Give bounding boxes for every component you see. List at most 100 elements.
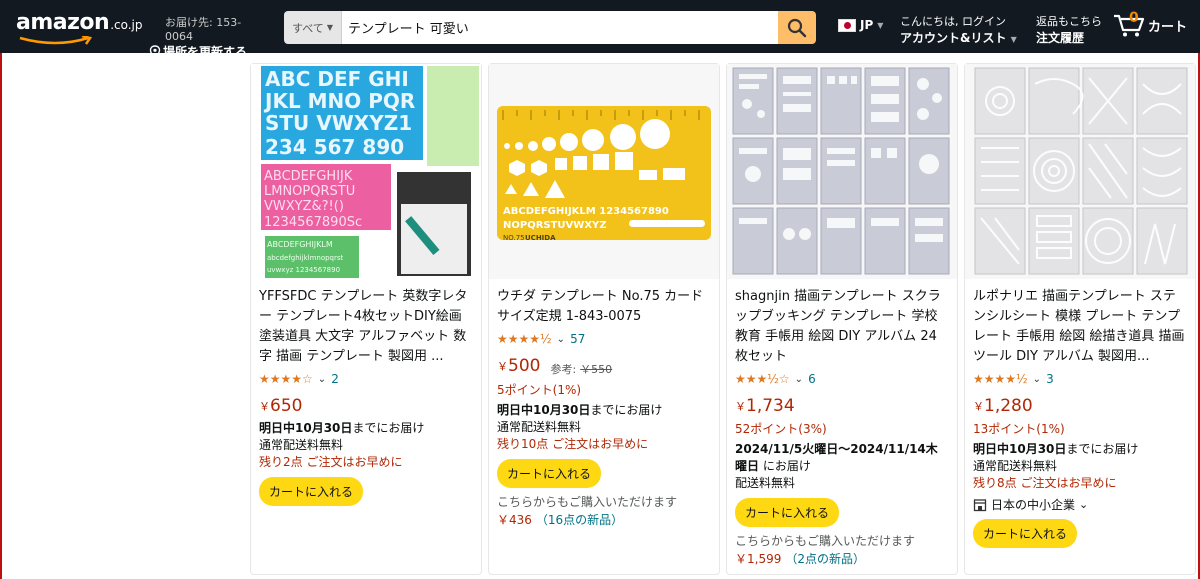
price[interactable]: ￥ 500 参考: ￥550	[497, 356, 711, 377]
delivery-suffix: にお届け	[762, 459, 811, 473]
image-text: JKL MNO PQR	[263, 89, 415, 113]
search-button[interactable]	[778, 11, 816, 44]
price-amount: 500	[508, 356, 541, 376]
image-text: VWXYZ&?!()	[264, 199, 344, 214]
small-business-badge[interactable]: 日本の中小企業 ⌄	[973, 496, 1187, 513]
product-title-link[interactable]: ルポナリエ 描画テンプレート ステンシルシート 模様 プレート テンプレート 手…	[973, 287, 1187, 367]
cart-link[interactable]: 0 カート	[1112, 10, 1187, 38]
delivery-suffix: までにお届け	[352, 421, 425, 435]
product-title-link[interactable]: shagnjin 描画テンプレート スクラップブッキング テンプレート 学校 教…	[735, 287, 949, 367]
shipping-info: 通常配送料無料	[259, 438, 344, 452]
product-image[interactable]: ABC DEF GHI JKL MNO PQR STU VWXYZ1 234 5…	[251, 64, 481, 279]
image-text: 1234567890Sc	[264, 215, 362, 230]
account-greeting: こんにちは, ログイン	[900, 15, 1006, 28]
add-to-cart-button[interactable]: カートに入れる	[259, 477, 364, 506]
other-offers-link[interactable]: （2点の新品）	[785, 552, 865, 566]
account-lists-menu[interactable]: こんにちは, ログイン アカウント&リスト ▼	[900, 13, 1017, 46]
shipping-info: 通常配送料無料	[973, 459, 1058, 473]
rating-row: ★★★½☆ ⌄ 6	[735, 370, 949, 388]
search-category-label: すべて	[292, 21, 324, 35]
amazon-logo[interactable]: amazon.co.jp	[16, 10, 143, 45]
delivery-info: 明日中10月30日までにお届け	[973, 441, 1187, 458]
shipping-info: 配送料無料	[735, 476, 796, 490]
product-card: ABC DEF GHI JKL MNO PQR STU VWXYZ1 234 5…	[250, 63, 482, 575]
price[interactable]: ￥ 1,280	[973, 396, 1187, 416]
add-to-cart-button[interactable]: カートに入れる	[735, 498, 840, 527]
search-results-grid: ABC DEF GHI JKL MNO PQR STU VWXYZ1 234 5…	[250, 63, 1200, 579]
delivery-date: 明日中10月30日	[497, 403, 591, 417]
currency-symbol: ￥	[735, 400, 746, 413]
location-pin-icon	[149, 44, 161, 59]
chevron-down-icon[interactable]: ⌄	[795, 374, 803, 385]
currency-symbol: ￥	[497, 360, 508, 373]
nav-header: amazon.co.jp お届け先: 153-0064 場所を更新する すべて …	[0, 0, 1200, 59]
image-text: ABC DEF GHI	[265, 67, 409, 91]
points-info: 5ポイント(1%)	[497, 383, 582, 397]
other-offer-price: ￥1,599	[735, 552, 782, 566]
price-amount: 650	[270, 396, 303, 416]
product-image[interactable]: ABCDEFGHIJKLM 1234567890 NOPQRSTUVWXYZ N…	[489, 64, 719, 279]
rating-row: ★★★★½ ⌄ 57	[497, 330, 711, 348]
product-image[interactable]	[965, 64, 1195, 279]
points-info: 13ポイント(1%)	[973, 422, 1065, 436]
product-title-link[interactable]: ウチダ テンプレート No.75 カードサイズ定規 1-843-0075	[497, 287, 711, 327]
product-card: ABCDEFGHIJKLM 1234567890 NOPQRSTUVWXYZ N…	[488, 63, 720, 575]
delivery-info: 明日中10月30日までにお届け	[259, 420, 473, 437]
price[interactable]: ￥ 650	[259, 396, 473, 416]
points-info: 52ポイント(3%)	[735, 422, 827, 436]
chevron-down-icon[interactable]: ⌄	[557, 334, 565, 345]
image-text: ABCDEFGHIJKLM 1234567890	[503, 206, 669, 217]
caret-down-icon: ▼	[326, 23, 333, 32]
other-offer-price: ￥436	[497, 513, 532, 527]
price[interactable]: ￥ 1,734	[735, 396, 949, 416]
search-bar: すべて ▼	[284, 11, 816, 44]
delivery-info: 2024/11/5火曜日～2024/11/14木曜日 にお届け	[735, 441, 949, 475]
image-text: LMNOPQRSTU	[264, 184, 355, 199]
cart-count: 0	[1129, 10, 1139, 26]
delivery-date: 明日中10月30日	[973, 442, 1067, 456]
star-rating[interactable]: ★★★½☆	[735, 372, 790, 386]
review-count-link[interactable]: 57	[570, 332, 585, 346]
language-selector[interactable]: JP ▼	[838, 18, 883, 32]
product-image[interactable]	[727, 64, 957, 279]
review-count-link[interactable]: 2	[331, 372, 339, 386]
product-title-link[interactable]: YFFSFDC テンプレート 英数字レター テンプレート4枚セットDIY絵画塗装…	[259, 287, 473, 367]
search-category-dropdown[interactable]: すべて ▼	[284, 11, 342, 44]
price-amount: 1,280	[984, 396, 1033, 416]
star-rating[interactable]: ★★★★☆	[259, 372, 313, 386]
delivery-postcode: お届け先: 153-0064	[165, 16, 242, 43]
other-offers[interactable]: ￥436 （16点の新品）	[497, 511, 711, 528]
other-offers[interactable]: ￥1,599 （2点の新品）	[735, 550, 949, 567]
japan-flag-icon	[838, 18, 856, 32]
star-rating[interactable]: ★★★★½	[497, 332, 552, 346]
product-card: ルポナリエ 描画テンプレート ステンシルシート 模様 プレート テンプレート 手…	[964, 63, 1196, 575]
image-text: uvwxyz 1234567890	[267, 266, 340, 274]
image-text: ABCDEFGHIJKLM	[267, 240, 333, 249]
star-rating[interactable]: ★★★★½	[973, 372, 1028, 386]
returns-orders-link[interactable]: 返品もこちら 注文履歴	[1036, 13, 1102, 46]
reference-label: 参考:	[550, 363, 577, 376]
chevron-down-icon[interactable]: ⌄	[318, 374, 326, 385]
rating-row: ★★★★☆ ⌄ 2	[259, 370, 473, 388]
search-input[interactable]	[342, 11, 778, 44]
smile-arrow-icon	[19, 36, 93, 45]
image-text: 234 567 890	[265, 135, 404, 159]
review-count-link[interactable]: 6	[808, 372, 816, 386]
currency-symbol: ￥	[259, 400, 270, 413]
delivery-location[interactable]: お届け先: 153-0064 場所を更新する	[149, 14, 269, 60]
storefront-icon	[973, 498, 987, 511]
review-count-link[interactable]: 3	[1046, 372, 1054, 386]
delivery-suffix: までにお届け	[590, 403, 663, 417]
delivery-date: 明日中10月30日	[259, 421, 353, 435]
language-label: JP	[860, 18, 874, 32]
chevron-down-icon[interactable]: ⌄	[1033, 374, 1041, 385]
account-lists-label: アカウント&リスト	[900, 31, 1007, 45]
add-to-cart-button[interactable]: カートに入れる	[973, 519, 1078, 548]
other-offers-link[interactable]: （16点の新品）	[536, 513, 623, 527]
orders-label: 注文履歴	[1036, 31, 1085, 45]
other-offers-label: こちらからもご購入いただけます	[735, 534, 916, 548]
stock-warning: 残り10点 ご注文はお早めに	[497, 437, 649, 451]
add-to-cart-button[interactable]: カートに入れる	[497, 459, 602, 488]
caret-down-icon: ▼	[877, 20, 884, 30]
currency-symbol: ￥	[973, 400, 984, 413]
